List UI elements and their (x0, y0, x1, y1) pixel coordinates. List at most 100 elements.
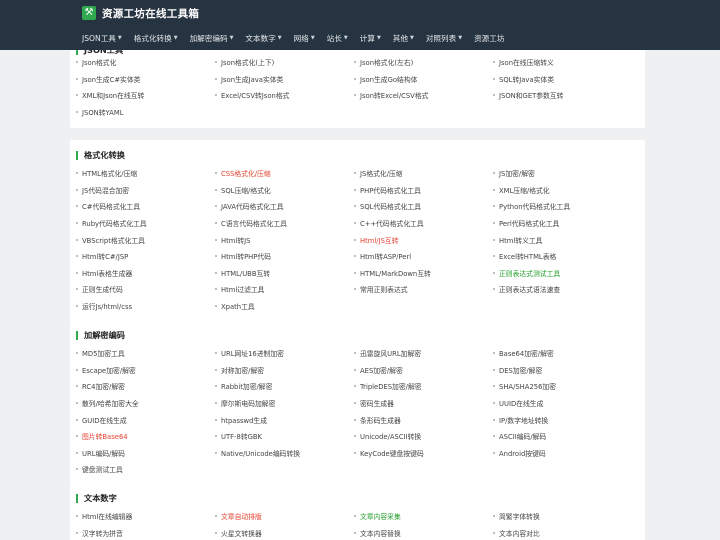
tool-link[interactable]: 图片转Base64 (76, 428, 215, 445)
tool-link[interactable]: Json生成Go结构体 (354, 71, 493, 88)
tool-link[interactable]: UUID在线生成 (493, 395, 632, 412)
tool-link[interactable]: JSON转YAML (76, 104, 215, 121)
tool-link[interactable]: SQL压缩/格式化 (215, 182, 354, 199)
nav-item[interactable]: 格式化转换 ▼ (128, 33, 184, 44)
tool-link[interactable]: JS格式化/压缩 (354, 165, 493, 182)
nav-item[interactable]: 加解密编码 ▼ (184, 33, 240, 44)
tool-link[interactable]: Html转义工具 (493, 231, 632, 248)
nav-item[interactable]: JSON工具 ▼ (76, 33, 128, 44)
tool-link[interactable]: 汉字转为拼音 (76, 525, 215, 540)
tool-link[interactable]: Ruby代码格式化工具 (76, 215, 215, 232)
tool-link[interactable]: 对称加密/解密 (215, 362, 354, 379)
nav-item[interactable]: 其他 ▼ (387, 33, 420, 44)
tool-link[interactable]: Excel/CSV转Json格式 (215, 87, 354, 104)
tool-link[interactable]: Html转JS (215, 231, 354, 248)
tool-link[interactable]: RC4加密/解密 (76, 378, 215, 395)
tool-link[interactable]: JSON和GET参数互转 (493, 87, 632, 104)
brand[interactable]: ⚒ 资源工坊在线工具箱 (82, 4, 199, 22)
nav-item[interactable]: 对照列表 ▼ (420, 33, 468, 44)
bullet-icon (215, 222, 217, 225)
tool-link[interactable]: HTML格式化/压缩 (76, 165, 215, 182)
tool-link[interactable]: URL编码/解码 (76, 445, 215, 462)
tool-link[interactable]: Base64加密/解密 (493, 345, 632, 362)
tool-link[interactable]: Python代码格式化工具 (493, 198, 632, 215)
tool-link[interactable]: Unicode/ASCII转换 (354, 428, 493, 445)
tool-link[interactable]: IP/数字地址转换 (493, 411, 632, 428)
tool-link[interactable]: 正则表达式测试工具 (493, 265, 632, 282)
tool-link[interactable]: DES加密/解密 (493, 362, 632, 379)
tool-link[interactable]: C#代码格式化工具 (76, 198, 215, 215)
tool-link[interactable]: 火星文转换器 (215, 525, 354, 540)
tool-link-label: Json格式化 (82, 59, 117, 68)
tool-link[interactable]: C语言代码格式化工具 (215, 215, 354, 232)
tool-link[interactable]: 文本内容对比 (493, 525, 632, 540)
tool-link[interactable]: Perl代码格式化工具 (493, 215, 632, 232)
tool-link[interactable]: Android按键码 (493, 445, 632, 462)
tool-link[interactable]: KeyCode键盘按键码 (354, 445, 493, 462)
tool-link[interactable]: 迅雷旋风URL加解密 (354, 345, 493, 362)
tool-link[interactable]: ASCII编码/解码 (493, 428, 632, 445)
tool-link[interactable]: TripleDES加密/解密 (354, 378, 493, 395)
tool-link[interactable]: 常用正则表达式 (354, 281, 493, 298)
tool-link[interactable]: SQL代码格式化工具 (354, 198, 493, 215)
tool-link[interactable]: Json格式化 (76, 54, 215, 71)
nav-item[interactable]: 资源工坊 (468, 33, 510, 44)
tool-link[interactable]: VBScript格式化工具 (76, 231, 215, 248)
tool-link[interactable]: Html过滤工具 (215, 281, 354, 298)
tool-link[interactable]: 散列/哈希加密大全 (76, 395, 215, 412)
tool-link[interactable]: Rabbit加密/解密 (215, 378, 354, 395)
tool-link[interactable]: Excel转HTML表格 (493, 248, 632, 265)
tool-link[interactable]: Html/JS互转 (354, 231, 493, 248)
tool-link[interactable]: PHP代码格式化工具 (354, 182, 493, 199)
tool-link[interactable]: 正则生成代码 (76, 281, 215, 298)
tool-link[interactable]: JAVA代码格式化工具 (215, 198, 354, 215)
tool-link[interactable]: Html表格生成器 (76, 265, 215, 282)
tool-link[interactable]: JS代码混合加密 (76, 182, 215, 199)
nav-item[interactable]: 计算 ▼ (354, 33, 387, 44)
tool-link[interactable]: Json在线压缩转义 (493, 54, 632, 71)
tool-link[interactable]: 密码生成器 (354, 395, 493, 412)
tool-link[interactable]: 条形码生成器 (354, 411, 493, 428)
tool-link[interactable]: htpasswd生成 (215, 411, 354, 428)
tool-link[interactable]: 文本内容替换 (354, 525, 493, 540)
tool-link[interactable]: Json格式化(左右) (354, 54, 493, 71)
tool-link[interactable]: Json生成Java实体类 (215, 71, 354, 88)
tool-link[interactable]: Json格式化(上下) (215, 54, 354, 71)
bullet-icon (215, 205, 217, 208)
tool-link[interactable]: CSS格式化/压缩 (215, 165, 354, 182)
tool-link[interactable]: Json生成C#实体类 (76, 71, 215, 88)
tool-link[interactable]: URL网址16进制加密 (215, 345, 354, 362)
bullet-icon (215, 255, 217, 258)
nav-item[interactable]: 文本数字 ▼ (239, 33, 287, 44)
tool-link[interactable]: Html在线编辑器 (76, 508, 215, 525)
tool-link[interactable]: 正则表达式语法速查 (493, 281, 632, 298)
tool-link-label: Base64加密/解密 (499, 350, 554, 359)
tool-link[interactable]: Native/Unicode编码转换 (215, 445, 354, 462)
tool-link[interactable]: 运行Js/html/css (76, 298, 215, 315)
tool-link[interactable]: 键盘测试工具 (76, 461, 215, 478)
tool-link[interactable]: SQL转Java实体类 (493, 71, 632, 88)
tool-link[interactable]: XML和Json在线互转 (76, 87, 215, 104)
tool-link[interactable]: HTML/UBB互转 (215, 265, 354, 282)
tool-link[interactable]: 文章内容采集 (354, 508, 493, 525)
nav-item[interactable]: 网络 ▼ (288, 33, 321, 44)
tool-link[interactable]: Html转ASP/Perl (354, 248, 493, 265)
tool-link[interactable]: Html转C#/JSP (76, 248, 215, 265)
tool-link[interactable]: Escape加密/解密 (76, 362, 215, 379)
tool-link[interactable]: MD5加密工具 (76, 345, 215, 362)
tool-link[interactable]: UTF-8转GBK (215, 428, 354, 445)
tool-link[interactable]: GUID在线生成 (76, 411, 215, 428)
tool-link[interactable]: SHA/SHA256加密 (493, 378, 632, 395)
tool-link[interactable]: Xpath工具 (215, 298, 354, 315)
tool-link[interactable]: AES加密/解密 (354, 362, 493, 379)
tool-link[interactable]: C++代码格式化工具 (354, 215, 493, 232)
tool-link[interactable]: XML压缩/格式化 (493, 182, 632, 199)
tool-link[interactable]: Json转Excel/CSV格式 (354, 87, 493, 104)
tool-link[interactable]: 摩尔斯电码加解密 (215, 395, 354, 412)
tool-link[interactable]: HTML/MarkDown互转 (354, 265, 493, 282)
tool-link[interactable]: Html转PHP代码 (215, 248, 354, 265)
nav-item[interactable]: 站长 ▼ (321, 33, 354, 44)
tool-link[interactable]: 简繁字体转换 (493, 508, 632, 525)
tool-link[interactable]: 文章自动排版 (215, 508, 354, 525)
tool-link[interactable]: JS加密/解密 (493, 165, 632, 182)
